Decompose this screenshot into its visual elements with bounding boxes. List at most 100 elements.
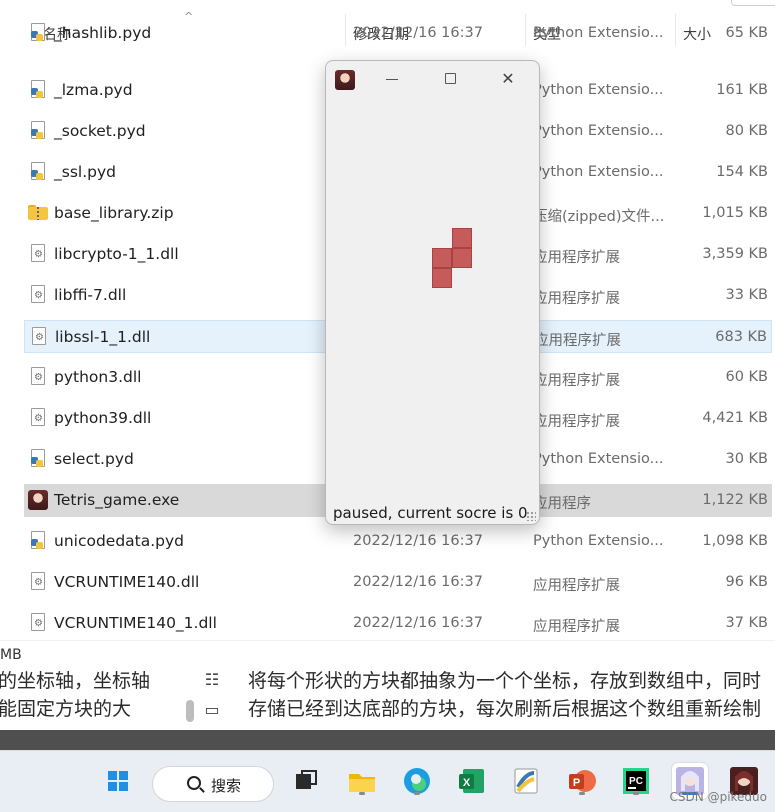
running-indicator [359,792,365,795]
file-name: _ssl.pyd [54,163,116,181]
close-button[interactable]: ✕ [486,65,530,93]
file-date: 2022/12/16 16:37 [353,615,483,631]
close-icon: ✕ [501,69,515,88]
file-size: 683 KB [715,329,767,345]
running-indicator [633,792,639,795]
minimize-button[interactable] [370,65,414,93]
running-indicator [579,792,585,795]
title-bar[interactable]: ✕ [326,61,539,99]
powerpoint-taskbar-button[interactable]: P [564,763,600,799]
file-name: python3.dll [54,368,142,386]
file-name: VCRUNTIME140.dll [54,573,200,591]
file-name: _lzma.pyd [54,81,133,99]
dll-file-icon: ⚙ [28,285,48,305]
file-size: 37 KB [725,615,768,631]
svg-text:X: X [463,777,471,789]
file-name: unicodedata.pyd [54,532,185,550]
monitor-icon[interactable]: ▭ [202,700,222,719]
file-type: 应用程序扩展 [533,291,620,307]
file-type: Python Extensio... [533,533,664,549]
background-article: 的坐标轴，坐标轴 能固定方块的大 ☷ ▭ 将每个形状的方块都抽象为一个个坐标，存… [0,668,775,730]
search-label: 搜索 [211,777,242,795]
pycharm-taskbar-button[interactable]: PC [618,763,654,799]
file-name: libssl-1_1.dll [55,328,151,346]
windows-start-button[interactable] [100,763,136,799]
file-type: Python Extensio... [533,164,664,180]
game-status-text: paused, current socre is 0 [333,504,528,522]
file-size: 33 KB [725,287,768,303]
file-name: _socket.pyd [54,122,146,140]
dll-file-icon: ⚙ [29,327,49,347]
file-type: 应用程序扩展 [533,373,620,389]
file-size: 1,015 KB [702,205,768,221]
edge-taskbar-button[interactable] [399,763,435,799]
dll-file-icon: ⚙ [28,613,48,633]
file-type: 应用程序扩展 [533,250,620,266]
article-scrollbar-thumb[interactable] [186,700,194,722]
article-text-left-1: 的坐标轴，坐标轴 [0,670,151,692]
python-file-icon [28,121,48,141]
csdn-watermark: CSDN @pikeduo [669,790,767,804]
taskbar-search-box[interactable]: 搜索 [152,766,274,802]
search-icon [187,776,201,790]
file-type: Python Extensio... [533,451,664,467]
svg-text:PC: PC [629,776,643,787]
file-size: 65 KB [725,25,768,41]
outline-icon[interactable]: ☷ [202,670,222,689]
excel-taskbar-button[interactable]: X [454,763,490,799]
file-name: select.pyd [54,450,134,468]
file-type: Python Extensio... [533,123,664,139]
dll-file-icon: ⚙ [28,244,48,264]
dll-file-icon: ⚙ [28,367,48,387]
task-view-icon [296,770,317,789]
file-type: 压缩(zipped)文件... [533,209,665,225]
article-text-left-2: 能固定方块的大 [0,698,132,720]
file-date: 2022/12/16 16:37 [353,574,483,590]
maximize-icon [445,73,456,84]
file-name: _hashlib.pyd [54,24,152,42]
file-name: python39.dll [54,409,152,427]
file-size: 154 KB [716,164,768,180]
file-name: VCRUNTIME140_1.dll [54,614,217,632]
python-file-icon [28,80,48,100]
running-indicator [414,792,420,795]
file-size: 161 KB [716,82,768,98]
file-explorer-taskbar-button[interactable] [344,763,380,799]
tetromino-block [432,248,452,268]
status-bar-text: MB [0,647,22,663]
file-type: 应用程序扩展 [533,578,620,594]
excel-icon: X [459,769,484,793]
minimize-icon [386,79,398,80]
dll-file-icon: ⚙ [28,408,48,428]
file-size: 1,098 KB [702,533,768,549]
tetris-game-window[interactable]: ✕ paused, current socre is 0 [325,60,540,525]
task-view-button[interactable] [288,763,324,799]
python-file-icon [28,449,48,469]
file-name: libcrypto-1_1.dll [54,245,179,263]
file-size: 1,122 KB [702,492,768,508]
file-size: 3,359 KB [702,246,768,262]
file-type: 应用程序扩展 [533,414,620,430]
file-name: libffi-7.dll [54,286,127,304]
resize-grip-icon[interactable] [526,511,536,521]
windows-start-icon [108,771,128,791]
file-date: 2022/12/16 16:37 [353,533,483,549]
python-taskbar-button[interactable] [508,763,544,799]
python-idle-icon [514,768,538,794]
file-row[interactable]: ⚙ VCRUNTIME140_1.dll 2022/12/16 16:37 应用程序扩… [24,607,772,640]
tetromino-block [432,268,452,288]
file-row[interactable]: ⚙ VCRUNTIME140.dll 2022/12/16 16:37 应用程序扩展 9… [24,566,772,599]
tetromino-block [452,228,472,248]
python-file-icon [28,162,48,182]
file-row[interactable]: _hashlib.pyd 2022/12/16 16:37 Python Exten… [24,17,772,50]
file-type: 应用程序 [533,496,591,512]
file-row[interactable]: unicodedata.pyd 2022/12/16 16:37 Python Ex… [24,525,772,558]
maximize-button[interactable] [428,65,472,93]
article-text-right-1: 将每个形状的方块都抽象为一个个坐标，存放到数组中，同时 [248,670,762,692]
tetris-app-icon [28,490,48,510]
svg-text:P: P [573,777,580,789]
file-type: 应用程序扩展 [534,333,621,349]
zip-folder-icon [28,203,48,223]
article-text-right-2: 存储已经到达底部的方块，每次刷新后根据这个数组重新绘制 [248,698,762,720]
file-size: 30 KB [725,451,768,467]
